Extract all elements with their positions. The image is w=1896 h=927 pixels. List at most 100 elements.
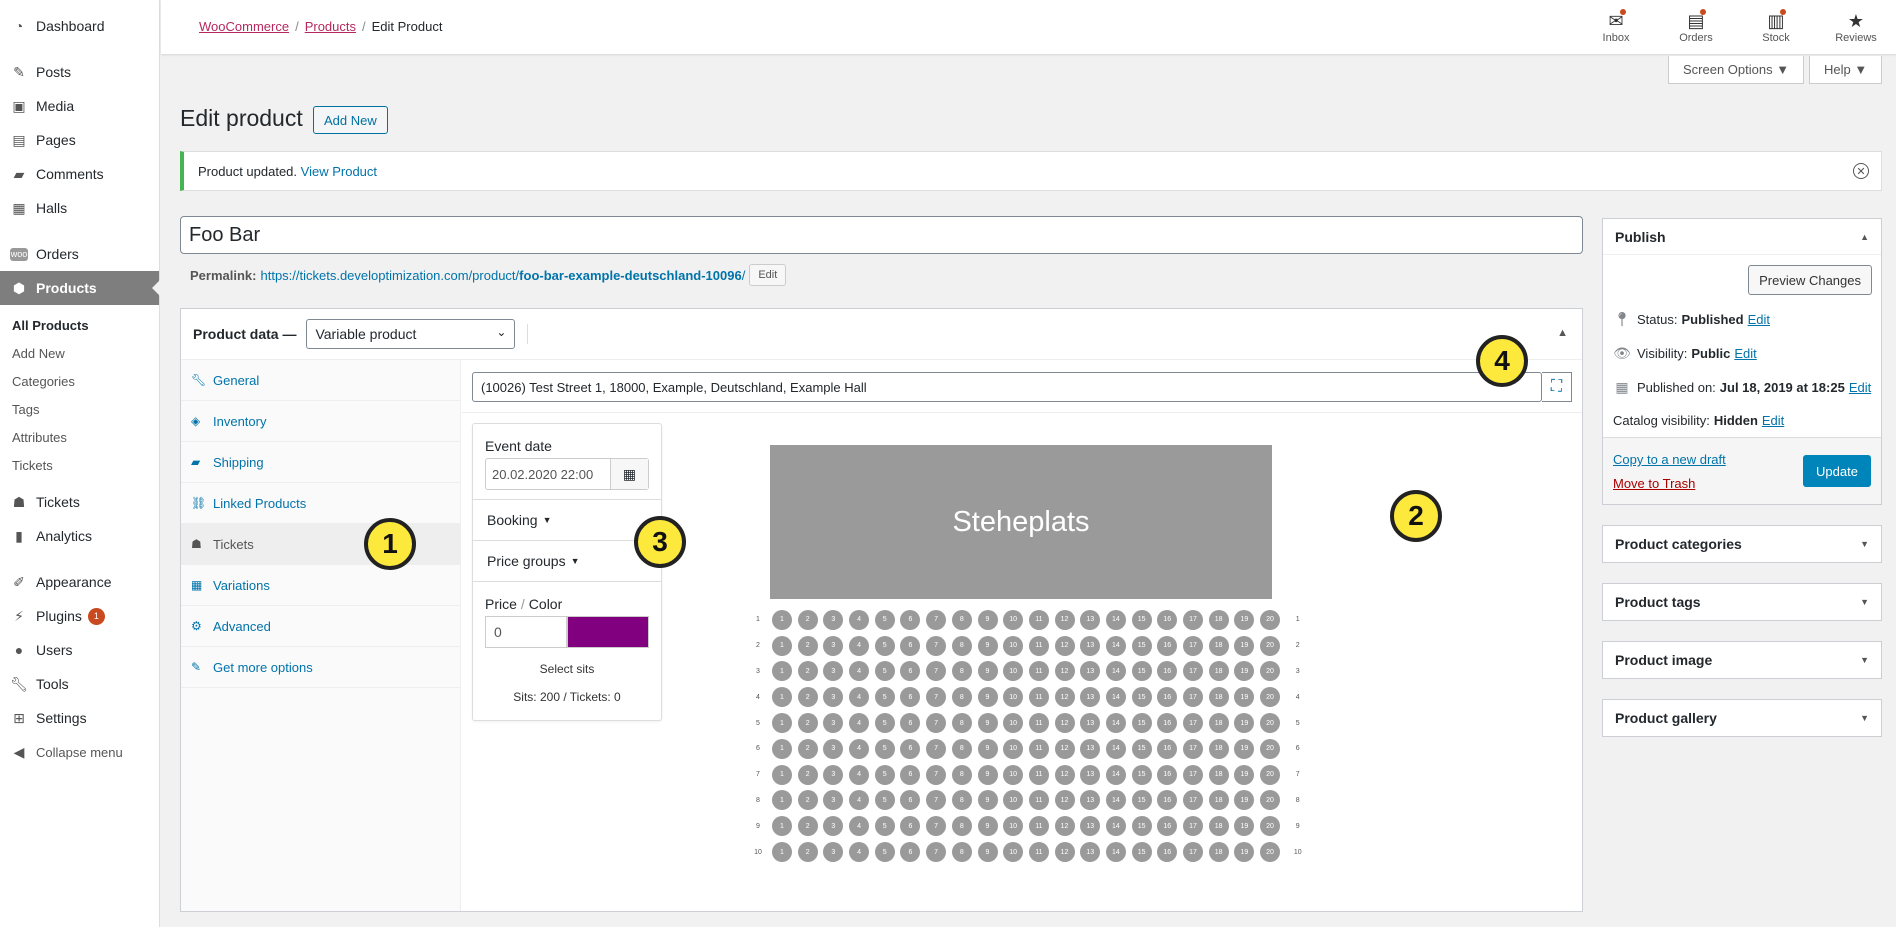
seat[interactable]: 4 (849, 842, 870, 863)
seat[interactable]: 5 (874, 842, 895, 863)
seat[interactable]: 12 (1054, 816, 1075, 837)
seat[interactable]: 1 (772, 816, 792, 837)
seat[interactable]: 5 (874, 816, 895, 837)
product-title-input[interactable]: Foo Bar (180, 216, 1583, 254)
seat[interactable]: 15 (1131, 738, 1152, 759)
fullscreen-button[interactable]: ⛶ (1542, 372, 1572, 402)
box-header[interactable]: Product tags ▼ (1603, 584, 1881, 620)
menu-comments[interactable]: ▰ Comments (0, 157, 159, 191)
seat[interactable]: 20 (1260, 842, 1281, 863)
add-new-button[interactable]: Add New (313, 106, 388, 134)
box-header[interactable]: Product gallery ▼ (1603, 700, 1881, 736)
seat[interactable]: 8 (951, 661, 972, 682)
edit-catalog-link[interactable]: Edit (1762, 413, 1784, 428)
seat[interactable]: 8 (951, 842, 972, 863)
seat[interactable]: 18 (1208, 738, 1229, 759)
seat[interactable]: 10 (1003, 790, 1024, 811)
select-sits-button[interactable]: Select sits (473, 662, 661, 676)
orders-button[interactable]: ▤ Orders (1656, 0, 1736, 54)
seat[interactable]: 4 (849, 738, 870, 759)
seat[interactable]: 8 (951, 738, 972, 759)
seat[interactable]: 8 (951, 609, 972, 630)
seat[interactable]: 20 (1260, 790, 1281, 811)
seat[interactable]: 17 (1183, 842, 1203, 863)
seat[interactable]: 20 (1260, 713, 1281, 734)
copy-to-draft-link[interactable]: Copy to a new draft (1613, 452, 1726, 467)
seat[interactable]: 9 (977, 816, 998, 837)
seat[interactable]: 14 (1105, 609, 1126, 630)
seat[interactable]: 13 (1080, 713, 1101, 734)
seat[interactable]: 15 (1131, 713, 1152, 734)
menu-appearance[interactable]: ✐ Appearance (0, 565, 159, 599)
product-gallery-box[interactable]: Product gallery ▼ (1602, 699, 1882, 737)
seat[interactable]: 12 (1054, 790, 1075, 811)
seat[interactable]: 1 (772, 635, 792, 656)
seat[interactable]: 17 (1183, 816, 1203, 837)
seat[interactable]: 14 (1105, 842, 1126, 863)
seat[interactable]: 5 (874, 687, 895, 708)
product-image-box[interactable]: Product image ▼ (1602, 641, 1882, 679)
box-header[interactable]: Product categories ▼ (1603, 526, 1881, 562)
seat[interactable]: 4 (849, 816, 870, 837)
seat[interactable]: 16 (1157, 661, 1178, 682)
seat[interactable]: 11 (1028, 661, 1049, 682)
seat[interactable]: 10 (1003, 713, 1024, 734)
seat[interactable]: 4 (849, 764, 870, 785)
seat[interactable]: 12 (1054, 609, 1075, 630)
seat[interactable]: 15 (1131, 764, 1152, 785)
seat[interactable]: 7 (926, 764, 947, 785)
seat[interactable]: 19 (1234, 687, 1255, 708)
seat[interactable]: 2 (797, 609, 818, 630)
seat[interactable]: 3 (823, 661, 844, 682)
seat[interactable]: 6 (900, 764, 921, 785)
seat[interactable]: 2 (797, 738, 818, 759)
menu-tickets[interactable]: ☗ Tickets (0, 485, 159, 519)
seat[interactable]: 10 (1003, 661, 1024, 682)
seat[interactable]: 7 (926, 816, 947, 837)
seat[interactable]: 10 (1003, 816, 1024, 837)
seat[interactable]: 13 (1080, 764, 1101, 785)
seat[interactable]: 18 (1208, 816, 1229, 837)
collapse-toggle-icon[interactable]: ▲ (1860, 232, 1869, 242)
seat[interactable]: 13 (1080, 816, 1101, 837)
tab-variations[interactable]: ▦ Variations (181, 565, 460, 606)
seat[interactable]: 16 (1157, 764, 1178, 785)
seat[interactable]: 20 (1260, 764, 1281, 785)
seat[interactable]: 19 (1234, 842, 1255, 863)
expand-toggle-icon[interactable]: ▼ (1860, 539, 1869, 549)
seat[interactable]: 10 (1003, 764, 1024, 785)
seat[interactable]: 12 (1054, 687, 1075, 708)
seat[interactable]: 20 (1260, 635, 1281, 656)
seat[interactable]: 9 (977, 764, 998, 785)
submenu-all-products[interactable]: All Products (0, 311, 159, 339)
reviews-button[interactable]: ★ Reviews (1816, 0, 1896, 54)
seat[interactable]: 4 (849, 609, 870, 630)
collapse-toggle-icon[interactable]: ▲ (1557, 327, 1568, 339)
seat[interactable]: 10 (1003, 842, 1024, 863)
seat[interactable]: 13 (1080, 790, 1101, 811)
seat[interactable]: 2 (797, 713, 818, 734)
seat[interactable]: 12 (1054, 764, 1075, 785)
menu-orders[interactable]: woo Orders (0, 237, 159, 271)
seat[interactable]: 6 (900, 609, 921, 630)
seat[interactable]: 6 (900, 816, 921, 837)
breadcrumb-products-link[interactable]: Products (305, 19, 356, 34)
box-header[interactable]: Product image ▼ (1603, 642, 1881, 678)
seat[interactable]: 18 (1208, 635, 1229, 656)
seat[interactable]: 5 (874, 635, 895, 656)
seat[interactable]: 3 (823, 687, 844, 708)
seat[interactable]: 7 (926, 713, 947, 734)
seat[interactable]: 1 (772, 790, 792, 811)
seat[interactable]: 9 (977, 713, 998, 734)
seat[interactable]: 5 (874, 713, 895, 734)
seat[interactable]: 6 (900, 635, 921, 656)
seat[interactable]: 7 (926, 738, 947, 759)
edit-date-link[interactable]: Edit (1849, 380, 1871, 395)
seat[interactable]: 16 (1157, 635, 1178, 656)
seat[interactable]: 3 (823, 790, 844, 811)
seat[interactable]: 12 (1054, 842, 1075, 863)
seat[interactable]: 15 (1131, 816, 1152, 837)
menu-tools[interactable]: 🔧︎ Tools (0, 667, 159, 701)
seat[interactable]: 7 (926, 687, 947, 708)
seat[interactable]: 11 (1028, 609, 1049, 630)
